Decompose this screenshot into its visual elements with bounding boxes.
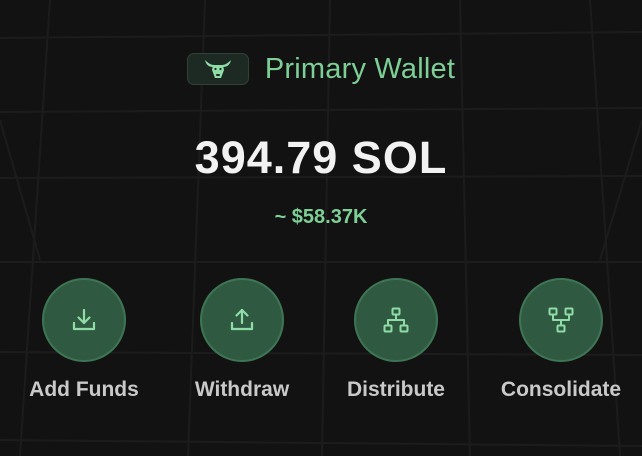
wallet-name: Primary Wallet <box>264 52 456 85</box>
wallet-logo <box>186 53 249 85</box>
wallet-balance: 394.79 SOL <box>194 132 448 183</box>
withdraw-label: Withdraw <box>194 378 290 401</box>
upload-tray-icon <box>230 308 254 331</box>
wallet-panel: Primary Wallet 394.79 SOL ~ $58.37K Add … <box>0 0 642 456</box>
add-funds-label: Add Funds <box>29 378 139 401</box>
add-funds-button[interactable] <box>42 278 126 362</box>
action-withdraw: Withdraw <box>172 278 312 404</box>
fiat-estimate: ~ $58.37K <box>274 206 368 228</box>
consolidate-label: Consolidate <box>500 378 622 401</box>
distribute-label: Distribute <box>346 378 445 401</box>
bull-head-icon <box>204 60 231 78</box>
action-add-funds: Add Funds <box>14 278 154 404</box>
consolidate-button[interactable] <box>519 278 603 362</box>
hierarchy-icon <box>383 307 409 333</box>
action-consolidate: Consolidate <box>491 278 631 404</box>
merge-nodes-icon <box>548 307 574 333</box>
distribute-button[interactable] <box>354 278 438 362</box>
action-distribute: Distribute <box>326 278 466 404</box>
wallet-header: Primary Wallet <box>0 48 642 90</box>
download-tray-icon <box>72 308 96 331</box>
withdraw-button[interactable] <box>200 278 284 362</box>
